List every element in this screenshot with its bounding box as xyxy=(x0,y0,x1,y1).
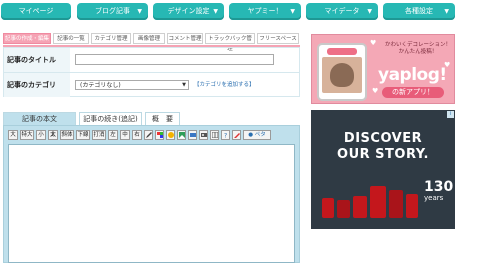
tab-article-list[interactable]: 記事の一覧 xyxy=(53,33,89,44)
movie-icon[interactable] xyxy=(199,130,208,140)
strike-button[interactable]: 打消 xyxy=(92,130,106,140)
nav-mypage-button[interactable]: マイページ xyxy=(1,3,71,20)
nav-label: 各種設定 xyxy=(405,7,433,15)
chevron-down-icon: ▼ xyxy=(137,8,142,15)
sub-tabs: 記事の作成・編集 記事の一覧 カテゴリ管理 画像管理 コメント管理 トラックバッ… xyxy=(3,33,299,52)
pencil-icon[interactable] xyxy=(144,130,153,140)
nav-yapme-button[interactable]: ヤプミー！ ▼ xyxy=(229,3,301,20)
tab-body[interactable]: 記事の本文 xyxy=(3,112,76,125)
tab-create-edit[interactable]: 記事の作成・編集 xyxy=(3,33,51,44)
align-left-button[interactable]: 左 xyxy=(108,130,118,140)
heart-icon: ♥ xyxy=(372,87,379,95)
italic-button[interactable]: 斜体 xyxy=(60,130,74,140)
title-input[interactable] xyxy=(75,54,274,65)
ad-headline: DISCOVER OUR STORY. xyxy=(311,131,455,163)
editor-toolbar: 大 特大 小 太 斜体 下線 打消 左 中 右 ? ● ペタ xyxy=(8,130,296,140)
luggage-icon xyxy=(389,190,403,218)
luggage-icon xyxy=(322,198,334,218)
svg-text:?: ? xyxy=(224,133,227,139)
luggage-icon xyxy=(370,186,386,218)
nav-label: デザイン設定 xyxy=(167,7,210,15)
stamp-icon: ● xyxy=(248,132,254,138)
category-value: (カテゴリなし) xyxy=(80,82,121,89)
ad-tagline: かわいくデコレーション！ かんたん投稿！ xyxy=(382,42,454,56)
heart-icon: ♥ xyxy=(370,39,377,47)
emoji-icon[interactable] xyxy=(166,130,175,140)
title-row: 記事のタイトル xyxy=(4,48,299,72)
ad-line1: かわいくデコレーション！ xyxy=(385,42,451,48)
nav-label: マイデータ xyxy=(324,7,360,15)
tab-free-space[interactable]: フリースペース xyxy=(257,33,299,44)
years-number: 130 xyxy=(424,179,454,195)
luggage-icon xyxy=(406,194,418,218)
phone-image xyxy=(317,43,367,101)
new-app-badge: の新アプリ！ xyxy=(382,87,444,98)
ad-line2: かんたん投稿！ xyxy=(398,49,438,55)
chevron-down-icon: ▼ xyxy=(367,8,372,15)
nav-design-button[interactable]: デザイン設定 ▼ xyxy=(153,3,224,20)
image-icon[interactable] xyxy=(177,130,186,140)
help-icon[interactable]: ? xyxy=(221,130,230,140)
yaplog-app-ad[interactable]: ♥ ♥ ♥ かわいくデコレーション！ かんたん投稿！ yaplog! の新アプリ… xyxy=(311,34,455,104)
paint-icon[interactable] xyxy=(232,130,241,140)
tab-trackback-manage[interactable]: トラックバック管理 xyxy=(205,33,255,52)
color-icon[interactable] xyxy=(155,130,164,140)
align-center-button[interactable]: 中 xyxy=(120,130,130,140)
peta-button[interactable]: ● ペタ xyxy=(243,130,271,140)
ad-info-icon[interactable]: i xyxy=(447,111,454,118)
editor-tabs: 記事の本文 記事の続き(追記) 概 要 xyxy=(3,112,300,125)
bold-button[interactable]: 太 xyxy=(48,130,58,140)
tab-category-manage[interactable]: カテゴリ管理 xyxy=(91,33,131,44)
tab-summary[interactable]: 概 要 xyxy=(145,112,180,125)
chevron-down-icon: ▼ xyxy=(444,8,449,15)
tab-comment-manage[interactable]: コメント管理 xyxy=(167,33,203,44)
cat-image xyxy=(330,63,354,87)
luggage-image xyxy=(322,178,420,218)
title-label: 記事のタイトル xyxy=(4,48,70,72)
ad-headline-line1: DISCOVER xyxy=(343,131,423,146)
luggage-ad[interactable]: i DISCOVER OUR STORY. 130 years xyxy=(311,110,455,229)
size-small-button[interactable]: 小 xyxy=(36,130,46,140)
table-icon[interactable] xyxy=(210,130,219,140)
add-category-link[interactable]: 【カテゴリを追加する】 xyxy=(194,80,255,90)
chevron-down-icon: ▼ xyxy=(182,82,186,88)
article-form: 記事のタイトル 記事のカテゴリ (カテゴリなし) ▼ 【カテゴリを追加する】 xyxy=(3,47,300,97)
nav-label: マイページ xyxy=(18,7,54,15)
chevron-down-icon: ▼ xyxy=(290,8,295,15)
category-row: 記事のカテゴリ (カテゴリなし) ▼ 【カテゴリを追加する】 xyxy=(4,72,299,97)
category-label: 記事のカテゴリ xyxy=(4,73,70,97)
phone-screen xyxy=(322,57,362,93)
ad-headline-line2: OUR STORY. xyxy=(337,147,429,162)
nav-blog-button[interactable]: ブログ記事 ▼ xyxy=(77,3,148,20)
underline-button[interactable]: 下線 xyxy=(76,130,90,140)
link-icon[interactable] xyxy=(188,130,197,140)
nav-settings-button[interactable]: 各種設定 ▼ xyxy=(383,3,455,20)
size-xlarge-button[interactable]: 特大 xyxy=(20,130,34,140)
anniversary-mark: 130 years xyxy=(424,180,453,202)
years-label: years xyxy=(424,194,444,202)
body-textarea[interactable] xyxy=(8,144,295,263)
top-nav: マイページ ブログ記事 ▼ デザイン設定 ▼ ヤプミー！ ▼ マイデータ ▼ 各… xyxy=(0,0,480,24)
tab-image-manage[interactable]: 画像管理 xyxy=(133,33,165,44)
editor-panel: 大 特大 小 太 斜体 下線 打消 左 中 右 ? ● ペタ xyxy=(3,125,300,263)
chevron-down-icon: ▼ xyxy=(213,8,218,15)
tab-continuation[interactable]: 記事の続き(追記) xyxy=(79,112,142,125)
category-select[interactable]: (カテゴリなし) ▼ xyxy=(75,80,189,90)
nav-label: ブログ記事 xyxy=(95,7,130,15)
align-right-button[interactable]: 右 xyxy=(132,130,142,140)
nav-label: ヤプミー！ xyxy=(247,7,283,15)
phone-banner xyxy=(327,48,357,55)
size-large-button[interactable]: 大 xyxy=(8,130,18,140)
peta-label: ペタ xyxy=(254,132,266,138)
yaplog-logo: yaplog! xyxy=(378,65,447,85)
nav-mydata-button[interactable]: マイデータ ▼ xyxy=(306,3,378,20)
luggage-icon xyxy=(353,196,367,218)
luggage-icon xyxy=(337,200,350,218)
